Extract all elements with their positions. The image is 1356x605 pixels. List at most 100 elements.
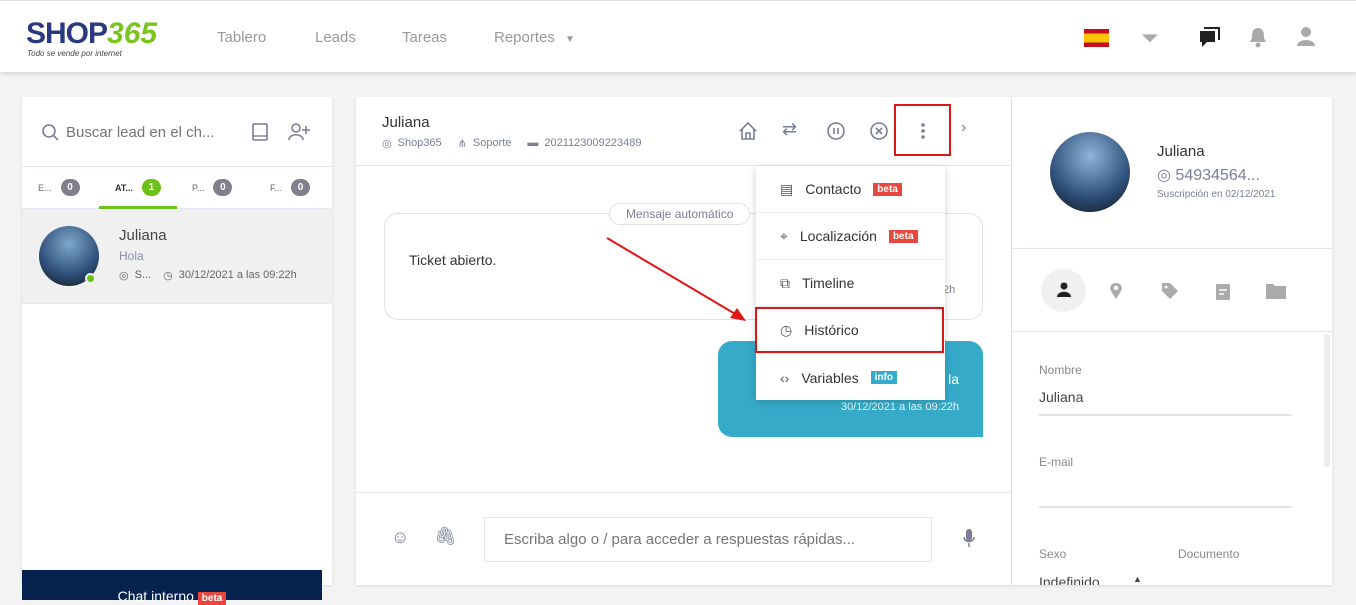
status-tabs: E... 0 AT... 1 P... 0 F... 0: [22, 167, 332, 209]
chat-department: Soporte: [472, 137, 512, 149]
lead-channel: S...: [134, 269, 152, 281]
scrollbar[interactable]: [1324, 334, 1330, 467]
nav-reportes-label: Reportes: [494, 29, 555, 46]
chat-header: Juliana ◎ Shop365 ⋔ Soporte ▬ 2021123009223…: [356, 97, 1011, 166]
code-icon: ‹›: [780, 369, 790, 386]
tab-location-icon[interactable]: [1109, 282, 1123, 300]
sexo-select[interactable]: Indefinido ▲: [1039, 574, 1149, 585]
ticket-icon: ▬: [527, 137, 539, 149]
emoji-icon[interactable]: ☺: [391, 527, 409, 548]
highlight-box-historico: [755, 307, 944, 353]
count-badge: 0: [60, 179, 80, 196]
lead-time: 30/12/2021 a las 09:22h: [178, 269, 297, 281]
nav-tareas[interactable]: Tareas: [402, 29, 447, 46]
pause-icon[interactable]: [826, 121, 846, 141]
annotation-arrow: [606, 237, 746, 321]
home-icon[interactable]: [738, 121, 758, 141]
lead-name: Juliana: [119, 227, 167, 244]
lead-list-panel: E... 0 AT... 1 P... 0 F... 0 Juliana Hola ◎ S…: [22, 97, 332, 585]
menu-item-contacto[interactable]: ▤ Contacto beta: [756, 166, 945, 213]
search-icon: [42, 124, 59, 141]
tab-folder-icon[interactable]: [1266, 283, 1286, 299]
spain-flag-icon[interactable]: [1084, 29, 1109, 47]
transfer-icon[interactable]: ⇄: [782, 119, 797, 140]
chat-contact-name: Juliana: [382, 114, 430, 131]
whatsapp-icon: ◎: [382, 138, 392, 150]
kebab-menu-icon: [921, 123, 925, 139]
contact-tabs: [1012, 248, 1332, 332]
attachment-icon[interactable]: 🖇: [434, 526, 457, 547]
menu-label: Localización: [799, 228, 877, 244]
tab-label: F...: [270, 182, 283, 193]
tab-f[interactable]: F... 0: [270, 179, 311, 196]
chevron-right-icon[interactable]: ›: [961, 119, 966, 137]
caret-up-icon: ▲: [1133, 574, 1142, 584]
add-user-icon[interactable]: [288, 122, 310, 142]
email-label: E-mail: [1039, 455, 1074, 469]
timeline-icon: ⧉: [780, 274, 790, 291]
funnel-dollar-icon[interactable]: ⏷: [1141, 25, 1159, 51]
beta-badge: beta: [197, 592, 227, 605]
nav-tablero[interactable]: Tablero: [217, 29, 266, 46]
ticket-number: 2021123009223489: [544, 137, 642, 149]
nav-leads[interactable]: Leads: [315, 29, 356, 46]
close-ticket-icon[interactable]: [869, 121, 889, 141]
whatsapp-icon: ◎: [119, 270, 129, 282]
person-icon: [1057, 282, 1071, 297]
tab-profile[interactable]: [1041, 269, 1086, 312]
logo[interactable]: SHOP365 Todo se vende por internet: [26, 17, 157, 58]
menu-item-localizacion[interactable]: ⌖ Localización beta: [756, 213, 945, 260]
search-input[interactable]: [66, 119, 236, 145]
tab-e[interactable]: E... 0: [38, 179, 80, 196]
tab-p[interactable]: P... 0: [192, 179, 233, 196]
message-input[interactable]: [484, 517, 932, 562]
more-options-button[interactable]: [894, 104, 951, 156]
count-badge: 0: [213, 179, 233, 196]
tab-label: P...: [192, 182, 205, 193]
contact-card-icon: ▤: [780, 180, 794, 197]
contact-name: Juliana: [1157, 143, 1205, 160]
chat-icon[interactable]: [1199, 26, 1221, 48]
top-bar: SHOP365 Todo se vende por internet Tabler…: [0, 0, 1356, 72]
user-icon[interactable]: [1296, 26, 1316, 48]
nav-reportes[interactable]: Reportes ▼: [494, 29, 575, 46]
contact-avatar: [1050, 132, 1130, 212]
documento-label: Documento: [1178, 547, 1240, 561]
menu-item-variables[interactable]: ‹› Variables info: [756, 354, 945, 401]
clock-icon: ◷: [163, 270, 173, 282]
contact-phone: 54934564...: [1175, 167, 1260, 184]
tab-label: AT...: [115, 182, 133, 193]
menu-item-timeline[interactable]: ⧉ Timeline: [756, 260, 945, 307]
beta-badge: beta: [873, 182, 902, 196]
nombre-label: Nombre: [1039, 363, 1082, 377]
info-badge: info: [870, 371, 897, 384]
lead-item[interactable]: Juliana Hola ◎ S... ◷ 30/12/2021 a las 09:2…: [22, 209, 332, 304]
whatsapp-icon: ◎: [1157, 167, 1171, 184]
microphone-icon[interactable]: [962, 528, 976, 548]
outgoing-message-time: 30/12/2021 a las 09:22h: [840, 401, 959, 413]
bell-icon[interactable]: [1248, 26, 1268, 48]
tab-at[interactable]: AT... 1: [115, 179, 161, 196]
lead-last-message: Hola: [119, 249, 144, 263]
online-indicator: [85, 273, 96, 284]
chat-interno-bar[interactable]: Chat interno beta: [22, 570, 322, 605]
book-icon[interactable]: [251, 122, 269, 142]
menu-label: Variables: [801, 369, 859, 386]
email-underline: [1039, 506, 1292, 508]
department-icon: ⋔: [457, 138, 467, 150]
nombre-underline: [1039, 414, 1292, 416]
email-field[interactable]: [1039, 481, 1292, 501]
sexo-value: Indefinido: [1039, 574, 1100, 585]
chat-channel: Shop365: [397, 137, 442, 149]
chat-interno-label: Chat interno: [117, 588, 194, 604]
tab-label: E...: [38, 182, 52, 193]
tab-notes-icon[interactable]: [1215, 282, 1231, 300]
menu-label: Contacto: [805, 181, 862, 197]
nombre-field[interactable]: Juliana: [1039, 389, 1083, 405]
menu-label: Timeline: [802, 275, 855, 291]
beta-badge: beta: [888, 229, 918, 243]
composer: ☺ 🖇: [356, 492, 1011, 585]
tab-tag-icon[interactable]: [1161, 282, 1179, 300]
sexo-label: Sexo: [1039, 547, 1067, 561]
auto-message-text: Ticket abierto.: [409, 252, 497, 268]
